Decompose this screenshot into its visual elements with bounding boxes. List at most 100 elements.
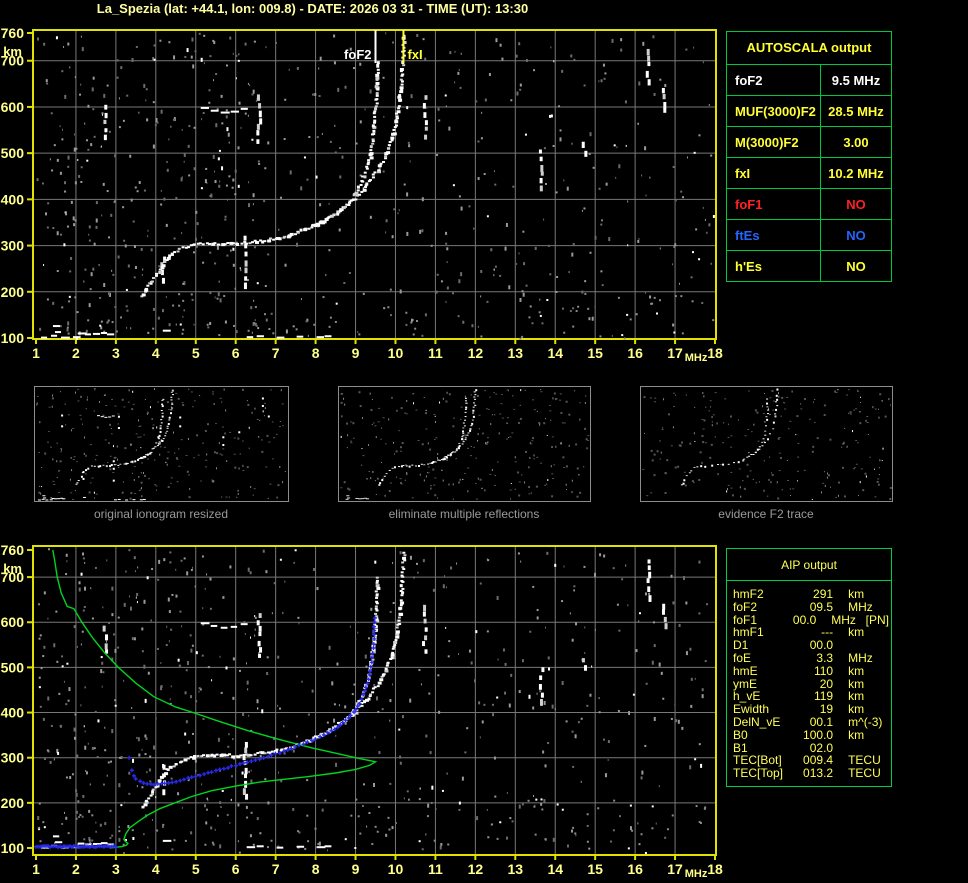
svg-text:7: 7 [272, 345, 280, 361]
aip-unit: MHz [848, 650, 873, 665]
aip-label: hmF2 [733, 587, 764, 601]
svg-text:3: 3 [112, 861, 120, 877]
svg-text:14: 14 [547, 861, 563, 877]
svg-text:12: 12 [468, 861, 484, 877]
aip-note: [PN] [865, 612, 889, 627]
svg-text:600: 600 [1, 99, 25, 115]
svg-text:7: 7 [272, 861, 280, 877]
aip-note [887, 742, 889, 755]
table-row: hmF2 291 km [733, 588, 889, 601]
aip-note [887, 678, 889, 691]
svg-text:1: 1 [32, 861, 40, 877]
table-row: h'Es NO [727, 251, 891, 281]
aip-unit: TECU [848, 766, 881, 781]
svg-text:1: 1 [32, 345, 40, 361]
row-value: 28.5 MHz [828, 103, 884, 119]
aip-note [887, 729, 889, 742]
svg-text:MHz: MHz [685, 868, 708, 880]
aip-note [887, 754, 889, 767]
thumbnail-caption-evidence: evidence F2 trace [718, 507, 814, 521]
autoscala-table-rows: foF2 9.5 MHz MUF(3000)F2 28.5 MHz M(3000)F2 3… [727, 65, 891, 281]
svg-text:500: 500 [1, 145, 25, 161]
svg-text:200: 200 [1, 795, 25, 811]
svg-text:fxI: fxI [407, 47, 422, 62]
thumbnail-evidence-f2-trace [640, 386, 893, 502]
svg-text:9: 9 [352, 861, 360, 877]
row-label: MUF(3000)F2 [727, 96, 821, 126]
autoscala-output-table: AUTOSCALA output foF2 9.5 MHz MUF(3000)F2 2… [726, 31, 892, 282]
svg-text:4: 4 [152, 861, 160, 877]
row-value: 9.5 MHz [831, 72, 881, 88]
svg-text:2: 2 [72, 345, 80, 361]
row-value: 3.00 [843, 134, 869, 150]
svg-text:15: 15 [587, 345, 603, 361]
svg-text:2: 2 [72, 861, 80, 877]
table-row: B0 100.0 km [733, 727, 889, 742]
svg-text:18: 18 [707, 345, 723, 361]
aip-label: DelN_vE [733, 714, 781, 729]
svg-text:18: 18 [707, 861, 723, 877]
aip-label: foE [733, 650, 752, 665]
svg-text:6: 6 [232, 861, 240, 877]
aip-note [887, 588, 889, 601]
aip-label: hmE [733, 663, 758, 678]
svg-text:17: 17 [667, 861, 683, 877]
aip-value: 09.5 [809, 599, 834, 614]
aip-unit: m^(-3) [848, 714, 883, 729]
table-row: TEC[Top] 013.2 TECU [733, 767, 889, 780]
svg-text:600: 600 [1, 614, 25, 630]
svg-text:foF2: foF2 [344, 47, 371, 62]
table-row: hmE 110 km [733, 663, 889, 678]
aip-label: TEC[Top] [733, 766, 784, 781]
aip-value: 100.0 [803, 727, 834, 742]
aip-note [887, 703, 889, 716]
svg-text:100: 100 [1, 330, 25, 346]
aip-note [887, 639, 889, 652]
svg-text:760: 760 [1, 25, 25, 41]
svg-text:8: 8 [312, 345, 320, 361]
aip-note [887, 690, 889, 703]
table-row: fxI 10.2 MHz [727, 158, 891, 189]
svg-text:13: 13 [508, 861, 524, 877]
svg-text:400: 400 [1, 191, 25, 207]
table-row: foF2 09.5 MHz [733, 599, 889, 614]
aip-unit: km [848, 727, 865, 742]
table-row: foE 3.3 MHz [733, 652, 889, 665]
aip-value: 110 [813, 663, 834, 678]
svg-text:16: 16 [627, 861, 643, 877]
svg-text:5: 5 [192, 345, 200, 361]
svg-text:12: 12 [468, 345, 484, 361]
aip-value: 00.1 [809, 714, 834, 729]
svg-text:500: 500 [1, 659, 25, 675]
aip-output-table: AIP output hmF2 291 km foF2 09.5 MHz foF1 00.0 M… [726, 548, 892, 787]
table-row: MUF(3000)F2 28.5 MHz [727, 96, 891, 127]
table-row: foF2 9.5 MHz [727, 65, 891, 96]
row-label: foF1 [727, 189, 821, 219]
aip-table-header: AIP output [727, 549, 891, 581]
row-label: ftEs [727, 220, 821, 250]
row-label: fxI [727, 158, 821, 188]
svg-text:8: 8 [312, 861, 320, 877]
svg-text:km: km [3, 561, 22, 576]
row-label: foF2 [727, 65, 821, 95]
thumbnail-original-ionogram [34, 386, 289, 502]
row-value: NO [846, 196, 866, 212]
svg-text:15: 15 [587, 861, 603, 877]
row-value: NO [846, 227, 866, 243]
svg-text:3: 3 [112, 345, 120, 361]
row-label: M(3000)F2 [727, 127, 821, 157]
row-label: h'Es [727, 251, 821, 281]
aip-unit: km [848, 625, 865, 640]
svg-text:10: 10 [388, 345, 404, 361]
aip-unit: km [848, 587, 865, 601]
aip-note [887, 716, 889, 729]
aip-label: B0 [733, 727, 748, 742]
svg-text:13: 13 [508, 345, 524, 361]
svg-text:300: 300 [1, 750, 25, 766]
aip-value: 00.0 [792, 612, 817, 627]
aip-value: 3.3 [816, 650, 834, 665]
svg-text:9: 9 [352, 345, 360, 361]
svg-text:10: 10 [388, 861, 404, 877]
svg-text:300: 300 [1, 238, 25, 254]
svg-text:200: 200 [1, 284, 25, 300]
